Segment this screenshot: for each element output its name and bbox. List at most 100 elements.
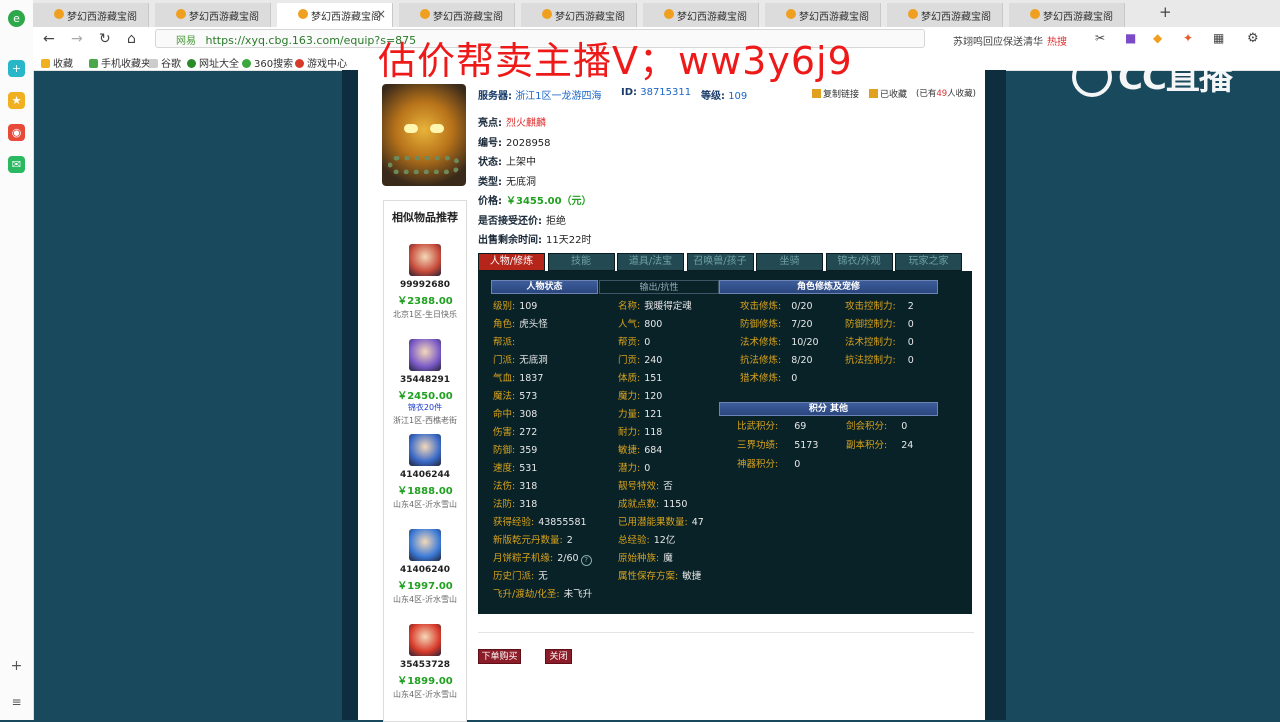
character-portrait	[382, 84, 466, 186]
tab-title: 梦幻西游藏宝阁	[433, 12, 503, 23]
home-icon[interactable]: ⌂	[127, 31, 136, 47]
field-value: 2028958	[506, 137, 551, 149]
similar-id: 41406240	[399, 565, 451, 575]
browser-tab[interactable]: 梦幻西游藏宝阁	[765, 3, 881, 27]
id-value: 38715311	[640, 87, 692, 98]
similar-item[interactable]: 99992680 ￥2388.00 北京1区-生日快乐	[384, 244, 466, 320]
item-field: 状态: 上架中	[478, 153, 536, 168]
tab-favicon-icon	[176, 9, 186, 19]
settings-icon[interactable]: ⚙	[1247, 31, 1259, 46]
stat-row: 法伤: 318	[493, 481, 537, 493]
shield-icon[interactable]: ◆	[1153, 31, 1162, 45]
similar-server: 山东4区-沂水雪山	[393, 690, 457, 699]
game-tab[interactable]: 玩家之家	[895, 253, 962, 271]
similar-item[interactable]: 41406240 ￥1997.00 山东4区-沂水雪山	[384, 529, 466, 605]
similar-item[interactable]: 41406244 ￥1888.00 山东4区-沂水雪山	[384, 434, 466, 510]
item-field: 亮点: 烈火麒麟	[478, 114, 546, 129]
game-icon[interactable]: ✦	[1183, 31, 1193, 45]
tab-title: 梦幻西游藏宝阁	[555, 12, 625, 23]
stat-row: 名称: 我暖得定魂	[618, 301, 692, 313]
score-header: 积分 其他	[719, 402, 938, 416]
similar-avatar	[409, 339, 441, 371]
tab-title: 梦幻西游藏宝阁	[799, 12, 869, 23]
tab-favicon-icon	[542, 9, 552, 19]
page-icon	[149, 59, 158, 68]
stat-row: 成就点数: 1150	[618, 499, 687, 511]
tab-close-icon[interactable]: ×	[376, 7, 386, 21]
plus-app-icon[interactable]: +	[8, 60, 25, 77]
stat-value: 1837	[519, 373, 544, 384]
game-tab[interactable]: 召唤兽/孩子	[686, 253, 754, 271]
mail-icon[interactable]: ✉	[8, 156, 25, 173]
buy-button[interactable]: 下单购买	[478, 649, 521, 664]
stat-label: 名称:	[618, 301, 641, 312]
cultivation-row: 攻击控制力: 2	[845, 301, 914, 313]
similar-item[interactable]: 35448291 ￥2450.00 锦衣20件 浙江1区-西樵老街	[384, 339, 466, 426]
game-tab[interactable]: 坐骑	[756, 253, 823, 271]
weibo-icon[interactable]: ◉	[8, 124, 25, 141]
cultivation-row: 防御控制力: 0	[845, 319, 914, 331]
game-tabs: 人物/修炼 技能 道具/法宝 召唤兽/孩子 坐骑 锦衣/外观 玩家之家	[478, 253, 972, 271]
browser-tab[interactable]: 梦幻西游藏宝阁	[643, 3, 759, 27]
tab-bar: 梦幻西游藏宝阁 梦幻西游藏宝阁 梦幻西游藏宝阁 × 梦幻西游藏宝阁 梦幻西游藏宝阁 梦幻西游…	[33, 0, 1280, 28]
stat-label: 属性保存方案:	[618, 571, 679, 582]
browser-tab[interactable]: 梦幻西游藏宝阁	[1009, 3, 1125, 27]
stat-row: 新版乾元丹数量: 2	[493, 535, 573, 547]
help-icon[interactable]: ?	[580, 555, 592, 566]
browser-tab[interactable]: 梦幻西游藏宝阁 ×	[277, 3, 393, 27]
bookmark-360[interactable]: 360搜索	[242, 55, 293, 70]
bookmark-google[interactable]: 谷歌	[149, 55, 181, 70]
copy-link-button[interactable]: 复制链接	[812, 87, 859, 100]
game-tab[interactable]: 道具/法宝	[617, 253, 684, 271]
stat-row: 魔法: 573	[493, 391, 537, 403]
apps-grid-icon[interactable]: ▦	[1213, 31, 1224, 45]
cc-watermark: CC直播	[1072, 50, 1233, 99]
search-box[interactable]: 苏翊鸣回应保送清华 热搜	[935, 29, 1115, 48]
hao-icon	[187, 59, 196, 68]
stat-label: 潜力:	[618, 463, 641, 474]
score-row: 副本积分: 24	[846, 440, 913, 452]
stat-label: 速度:	[493, 463, 516, 474]
browser-tab[interactable]: 梦幻西游藏宝阁	[887, 3, 1003, 27]
browser-tab[interactable]: 梦幻西游藏宝阁	[155, 3, 271, 27]
browser-tab[interactable]: 梦幻西游藏宝阁	[521, 3, 637, 27]
stat-label: 魔力:	[618, 391, 641, 402]
bookmark-games[interactable]: 游戏中心	[295, 55, 347, 70]
extension-icon[interactable]: ■	[1125, 31, 1136, 45]
browser-tab[interactable]: 梦幻西游藏宝阁	[399, 3, 515, 27]
similar-avatar	[409, 624, 441, 656]
field-value: 烈火麒麟	[506, 118, 546, 129]
menu-icon[interactable]: ≡	[8, 694, 25, 711]
back-icon[interactable]: ←	[43, 31, 55, 47]
bookmark-hao[interactable]: 网址大全	[187, 55, 239, 70]
similar-avatar	[409, 529, 441, 561]
close-button[interactable]: 关闭	[545, 649, 572, 664]
bookmark-mobile[interactable]: 手机收藏夹	[89, 55, 151, 70]
new-tab-button[interactable]: +	[1159, 3, 1172, 21]
stat-row: 靓号特效: 否	[618, 481, 673, 493]
stat-value: 120	[644, 391, 663, 402]
stat-label: 剑会积分:	[846, 421, 888, 432]
favorite-button[interactable]: 已收藏	[869, 87, 907, 100]
game-tab[interactable]: 技能	[547, 253, 615, 271]
similar-item[interactable]: 35453728 ￥1899.00 山东4区-沂水雪山	[384, 624, 466, 700]
bookmark-favorites[interactable]: 收藏	[41, 55, 73, 70]
cut-icon[interactable]: ✂	[1095, 31, 1105, 45]
tab-favicon-icon	[298, 9, 308, 19]
tab-favicon-icon	[54, 9, 64, 19]
forward-icon[interactable]: →	[71, 31, 83, 47]
game-tab[interactable]: 人物/修炼	[478, 253, 545, 271]
stat-value: 未飞升	[563, 589, 593, 600]
field-label: 是否接受还价:	[478, 215, 542, 227]
stat-value: 0	[644, 337, 651, 348]
phone-icon	[89, 59, 98, 68]
stat-label: 气血:	[493, 373, 516, 384]
add-sidebar-icon[interactable]: +	[8, 658, 25, 675]
browser-logo-icon: e	[8, 10, 25, 27]
browser-tab[interactable]: 梦幻西游藏宝阁	[33, 3, 149, 27]
game-tab[interactable]: 锦衣/外观	[825, 253, 893, 271]
attr-header: 输出/抗性	[599, 280, 719, 294]
stat-label: 角色:	[493, 319, 516, 330]
reload-icon[interactable]: ↻	[99, 31, 111, 47]
star-app-icon[interactable]: ★	[8, 92, 25, 109]
